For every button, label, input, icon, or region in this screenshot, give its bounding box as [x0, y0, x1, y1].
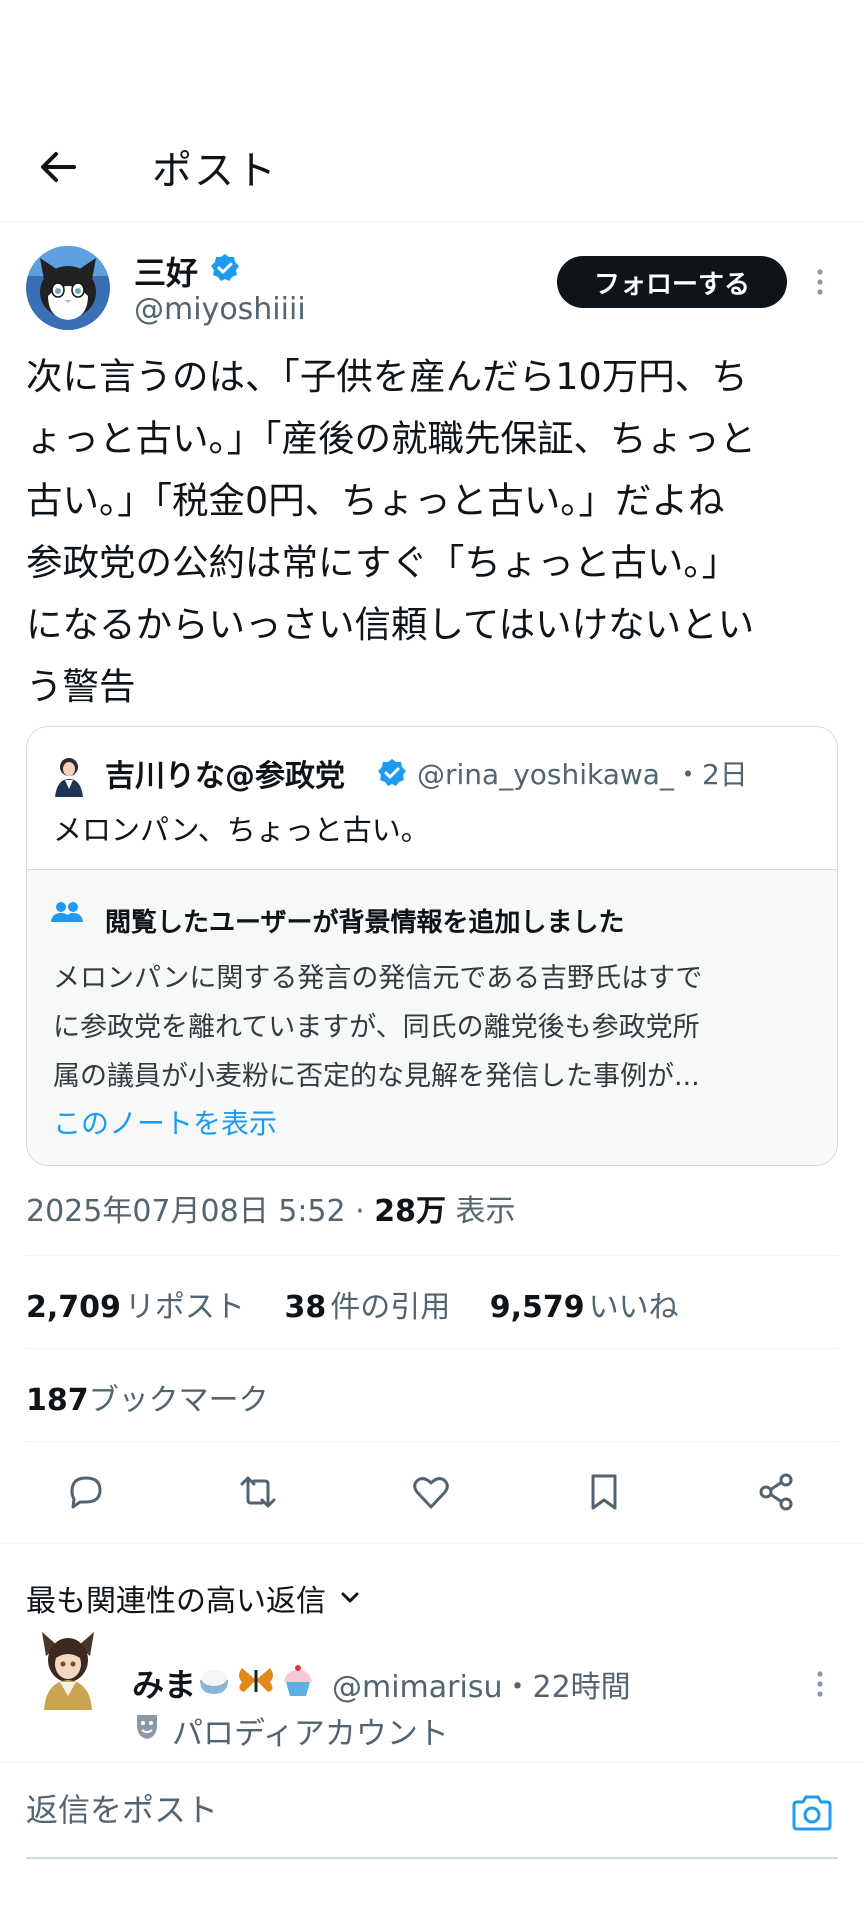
reply-meta: @mimarisu・22時間	[332, 1662, 631, 1706]
quote-meta: @rina_yoshikawa_・2日	[417, 753, 748, 793]
quote-count[interactable]: 38	[284, 1290, 326, 1325]
bookmark-count: 187	[26, 1383, 89, 1418]
engagement-stats: 2,709 リポスト 38 件の引用 9,579 いいね	[26, 1282, 683, 1326]
quote-avatar	[55, 758, 83, 797]
reply-time: ・22時間	[502, 1670, 631, 1705]
author-name[interactable]: 三好	[134, 248, 198, 294]
reply-composer	[0, 1762, 864, 1920]
post-timestamp: 2025年07月08日 5:52 · 28万 表示	[26, 1194, 516, 1229]
like-label[interactable]: いいね	[589, 1290, 679, 1325]
note-text: メロンパンに関する発言の発信元である吉野氏はすで に参政党を離れていますが、同氏…	[53, 963, 703, 1092]
bookmark-label: ブックマーク	[88, 1383, 269, 1418]
people-icon	[51, 902, 83, 922]
quote-text: メロンパン、ちょっと古い。	[53, 813, 430, 847]
author-handle[interactable]: @miyoshiiii	[134, 292, 306, 327]
repost-count[interactable]: 2,709	[26, 1290, 121, 1325]
share-icon[interactable]	[754, 1470, 798, 1514]
divider	[26, 1348, 838, 1349]
more-options-icon[interactable]	[810, 1668, 830, 1700]
reply-input[interactable]	[26, 1791, 726, 1829]
repost-icon[interactable]	[236, 1470, 280, 1514]
like-count[interactable]: 9,579	[490, 1290, 585, 1325]
chevron-down-icon	[341, 1592, 359, 1603]
verified-badge-icon	[378, 759, 406, 786]
cupcake-icon	[284, 1665, 312, 1696]
note-title: 閲覧したユーザーが背景情報を追加しました	[105, 908, 625, 938]
community-note: 閲覧したユーザーが背景情報を追加しました メロンパンに関する発言の発信元である吉…	[27, 869, 837, 1165]
reply-handle[interactable]: @mimarisu	[332, 1670, 502, 1705]
reply-icon[interactable]	[64, 1470, 108, 1514]
page-title: ポスト	[152, 148, 278, 194]
verified-badge-icon	[211, 254, 239, 281]
reply-sort-dropdown[interactable]: 最も関連性の高い返信	[26, 1576, 364, 1620]
camera-icon[interactable]	[790, 1793, 834, 1833]
bookmark-icon[interactable]	[582, 1470, 626, 1514]
timestamp: 2025年07月08日 5:52	[26, 1194, 346, 1229]
follow-button[interactable]: フォローする	[557, 256, 787, 308]
quote-author-name: 吉川りな@参政党	[105, 759, 345, 794]
show-note-link[interactable]: このノートを表示	[53, 1102, 277, 1142]
view-count: 28万	[374, 1194, 446, 1229]
more-options-icon[interactable]	[810, 266, 830, 298]
parody-mask-icon	[137, 1715, 157, 1739]
reply-author-name[interactable]: みま	[132, 1660, 196, 1706]
name-emoji-icons	[200, 1665, 312, 1696]
divider	[26, 1255, 838, 1256]
quote-handle: @rina_yoshikawa_	[417, 758, 674, 791]
quote-label[interactable]: 件の引用	[330, 1290, 450, 1325]
divider	[26, 1441, 838, 1442]
post-text: 次に言うのは、「子供を産んだら10万円、ち ょっと古い。」「産後の就職先保証、ち…	[26, 355, 756, 708]
repost-label[interactable]: リポスト	[125, 1290, 245, 1325]
bookmark-stats: 187ブックマーク	[26, 1375, 269, 1419]
reply-avatar[interactable]	[36, 1626, 100, 1710]
top-bar: ポスト	[0, 110, 864, 222]
rice-bowl-icon	[200, 1670, 228, 1694]
sort-label: 最も関連性の高い返信	[26, 1584, 326, 1619]
author-avatar[interactable]	[26, 246, 110, 330]
view-label: 表示	[455, 1194, 516, 1229]
composer-underline	[26, 1857, 838, 1859]
like-icon[interactable]	[409, 1470, 453, 1514]
parody-account-label: パロディアカウント	[172, 1716, 449, 1752]
divider	[0, 1543, 864, 1544]
back-arrow-icon[interactable]	[34, 142, 84, 192]
quote-time: ・2日	[673, 758, 748, 791]
butterfly-icon	[239, 1668, 273, 1692]
quoted-post-card[interactable]: 吉川りな@参政党 @rina_yoshikawa_・2日 メロンパン、ちょっと古…	[26, 726, 838, 1166]
